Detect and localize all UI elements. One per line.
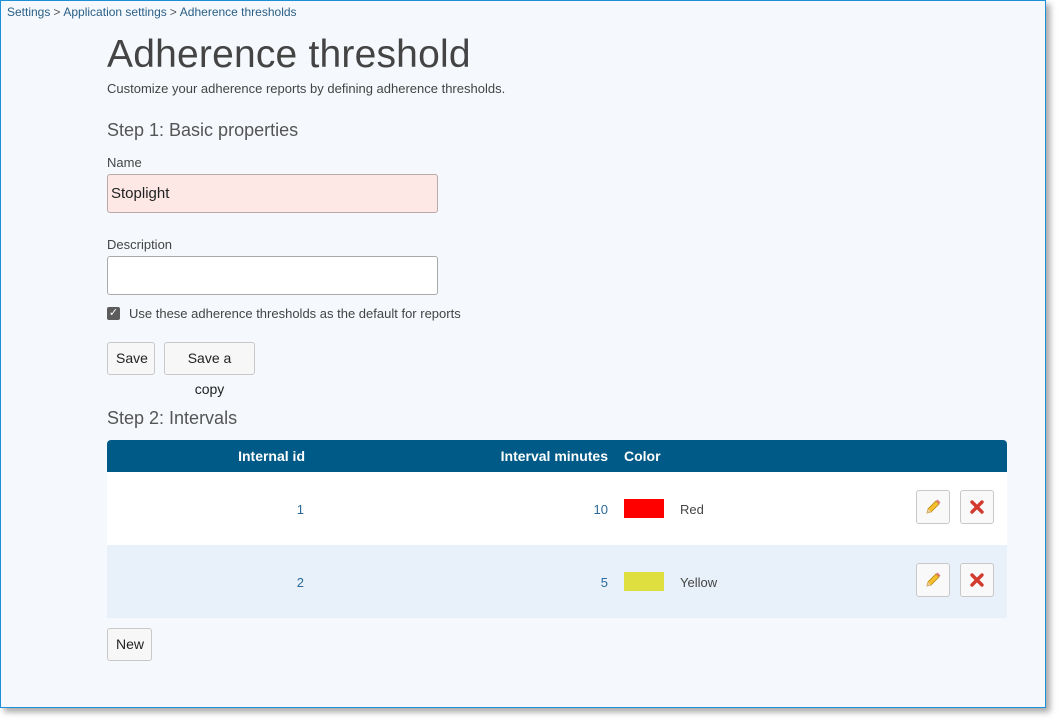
table-header: Internal id Interval minutes Color <box>107 440 1007 472</box>
page-subtitle: Customize your adherence reports by defi… <box>107 81 506 96</box>
breadcrumb-settings[interactable]: Settings <box>7 5 50 19</box>
column-header-internal-id[interactable]: Internal id <box>238 448 305 464</box>
pencil-icon <box>926 499 941 514</box>
name-input[interactable] <box>107 174 438 213</box>
default-checkbox-row[interactable]: ✓ Use these adherence thresholds as the … <box>107 306 461 321</box>
name-label: Name <box>107 155 142 170</box>
color-swatch <box>624 572 664 591</box>
description-input[interactable] <box>107 256 438 295</box>
delete-button[interactable] <box>960 563 994 597</box>
cell-interval-minutes: 10 <box>593 502 608 517</box>
pencil-icon <box>926 572 941 587</box>
page-title: Adherence threshold <box>107 33 471 76</box>
table-row: 2 5 Yellow <box>107 545 1007 618</box>
delete-x-icon <box>970 500 984 514</box>
cell-interval-minutes: 5 <box>600 575 608 590</box>
cell-internal-id: 1 <box>296 502 304 517</box>
main-content: Adherence threshold Customize your adher… <box>107 31 1007 661</box>
edit-button[interactable] <box>916 563 950 597</box>
column-header-color[interactable]: Color <box>624 448 661 464</box>
save-copy-button[interactable]: Save a copy <box>164 342 255 397</box>
intervals-table: Internal id Interval minutes Color 1 10 … <box>107 440 1007 618</box>
breadcrumb: Settings > Application settings > Adherence … <box>7 5 297 19</box>
delete-x-icon <box>970 573 984 587</box>
new-button[interactable]: New <box>107 628 152 661</box>
save-button[interactable]: Save <box>107 342 155 375</box>
breadcrumb-current: Adherence thresholds <box>179 5 297 19</box>
default-checkbox[interactable]: ✓ <box>107 307 120 320</box>
column-header-interval-minutes[interactable]: Interval minutes <box>501 448 608 464</box>
delete-button[interactable] <box>960 490 994 524</box>
edit-button[interactable] <box>916 490 950 524</box>
color-swatch <box>624 499 664 518</box>
description-label: Description <box>107 237 173 252</box>
cell-color-name: Red <box>680 502 704 517</box>
breadcrumb-application-settings[interactable]: Application settings <box>63 5 166 19</box>
default-checkbox-label: Use these adherence thresholds as the de… <box>129 306 461 321</box>
table-row: 1 10 Red <box>107 472 1007 545</box>
step1-title: Step 1: Basic properties <box>107 120 299 140</box>
cell-color-name: Yellow <box>680 575 718 590</box>
breadcrumb-separator: > <box>169 5 177 19</box>
breadcrumb-separator: > <box>53 5 61 19</box>
cell-internal-id: 2 <box>296 575 304 590</box>
app-window: Settings > Application settings > Adherence … <box>0 0 1046 708</box>
step2-title: Step 2: Intervals <box>107 408 238 428</box>
